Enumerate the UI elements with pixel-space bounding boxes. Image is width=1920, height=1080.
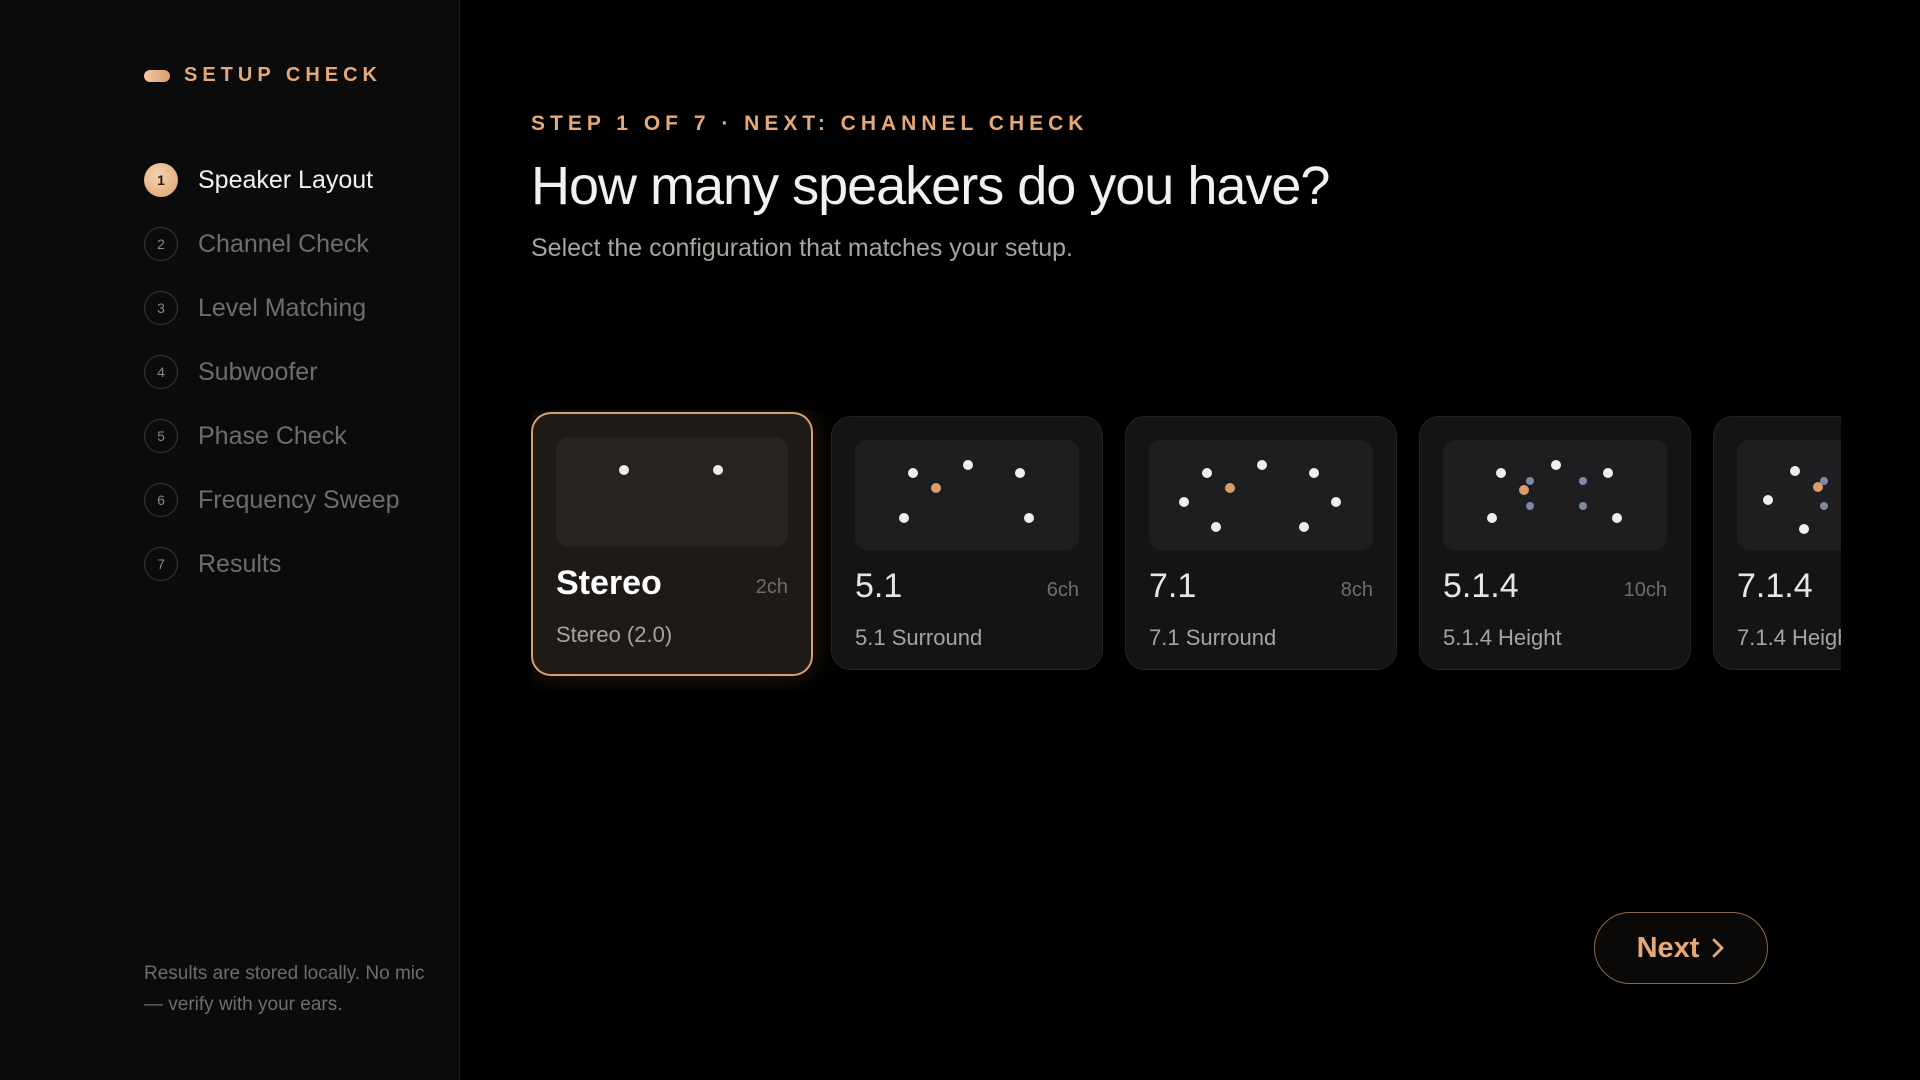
speaker-dot <box>908 468 918 478</box>
speaker-dot <box>1202 468 1212 478</box>
step-label: Level Matching <box>198 293 367 322</box>
subwoofer-dot <box>1519 485 1529 495</box>
subwoofer-dot <box>1225 483 1235 493</box>
pill-icon <box>144 69 170 82</box>
height-speaker-dot <box>1579 502 1587 510</box>
config-description: 5.1.4 Height <box>1443 625 1562 650</box>
speaker-dot <box>1496 468 1506 478</box>
step-label: Phase Check <box>198 421 347 450</box>
speaker-diagram <box>1737 440 1841 550</box>
speaker-dot <box>1790 466 1800 476</box>
step-subwoofer[interactable]: 4 Subwoofer <box>144 340 400 404</box>
config-card-5-1-4[interactable]: 5.1.4 10ch 5.1.4 Height <box>1419 416 1691 670</box>
privacy-note: Results are stored locally. No mic — ver… <box>144 963 425 1015</box>
speaker-dot <box>1257 460 1267 470</box>
step-frequency-sweep[interactable]: 6 Frequency Sweep <box>144 468 400 532</box>
step-label: Channel Check <box>198 229 369 258</box>
speaker-dot <box>1309 468 1319 478</box>
step-number: 7 <box>144 547 178 581</box>
config-name: 5.1 <box>855 567 903 605</box>
config-name: 5.1.4 <box>1443 567 1519 605</box>
speaker-dot <box>963 460 973 470</box>
step-speaker-layout[interactable]: 1 Speaker Layout <box>144 148 400 212</box>
speaker-dot <box>1763 495 1773 505</box>
height-speaker-dot <box>1526 502 1534 510</box>
speaker-dot <box>899 513 909 523</box>
config-name: 7.1.4 <box>1737 567 1813 605</box>
config-description: Stereo (2.0) <box>556 622 673 647</box>
speaker-dot <box>1024 513 1034 523</box>
step-label: Subwoofer <box>198 357 318 386</box>
speaker-dot <box>1299 522 1309 532</box>
brand: SETUP CHECK <box>144 64 382 87</box>
step-number: 3 <box>144 291 178 325</box>
brand-label: SETUP CHECK <box>184 64 382 86</box>
speaker-dot <box>1799 524 1809 534</box>
step-label: Results <box>198 549 282 578</box>
config-card-7-1[interactable]: 7.1 8ch 7.1 Surround <box>1125 416 1397 670</box>
speaker-diagram <box>855 440 1079 550</box>
height-speaker-dot <box>1526 477 1534 485</box>
step-number: 2 <box>144 227 178 261</box>
step-number: 4 <box>144 355 178 389</box>
config-channels: 2ch <box>755 576 788 598</box>
step-results[interactable]: 7 Results <box>144 532 400 596</box>
speaker-dot <box>619 465 629 475</box>
config-channels: 6ch <box>1046 579 1079 601</box>
height-speaker-dot <box>1579 477 1587 485</box>
step-label: Frequency Sweep <box>198 485 400 514</box>
sidebar: SETUP CHECK 1 Speaker Layout 2 Channel C… <box>0 0 460 1080</box>
step-level-matching[interactable]: 3 Level Matching <box>144 276 400 340</box>
chevron-right-icon <box>1713 938 1724 958</box>
speaker-dot <box>1551 460 1561 470</box>
config-description: 7.1.4 Height <box>1737 625 1841 650</box>
step-eyebrow: STEP 1 OF 7 · NEXT: CHANNEL CHECK <box>531 112 1089 135</box>
step-channel-check[interactable]: 2 Channel Check <box>144 212 400 276</box>
height-speaker-dot <box>1820 502 1828 510</box>
config-card-list: Stereo 2ch Stereo (2.0) 5.1 6ch 5.1 Surr… <box>531 410 1841 690</box>
speaker-dot <box>1603 468 1613 478</box>
speaker-dot <box>713 465 723 475</box>
speaker-dot <box>1612 513 1622 523</box>
config-channels: 10ch <box>1623 579 1667 601</box>
speaker-diagram <box>556 437 788 547</box>
config-description: 7.1 Surround <box>1149 625 1277 650</box>
next-button[interactable]: Next <box>1594 912 1768 984</box>
config-card-7-1-4[interactable]: 7.1.4 7.1.4 Height <box>1713 416 1841 670</box>
step-label: Speaker Layout <box>198 165 374 194</box>
height-speaker-dot <box>1820 477 1828 485</box>
config-channels: 8ch <box>1340 579 1373 601</box>
next-button-label: Next <box>1636 931 1700 964</box>
subwoofer-dot <box>931 483 941 493</box>
step-number: 5 <box>144 419 178 453</box>
step-phase-check[interactable]: 5 Phase Check <box>144 404 400 468</box>
config-card-5-1[interactable]: 5.1 6ch 5.1 Surround <box>831 416 1103 670</box>
speaker-dot <box>1331 497 1341 507</box>
speaker-diagram <box>1443 440 1667 550</box>
page-subtitle: Select the configuration that matches yo… <box>531 234 1073 262</box>
config-name: Stereo <box>556 564 662 602</box>
speaker-diagram <box>1149 440 1373 550</box>
speaker-dot <box>1487 513 1497 523</box>
speaker-dot <box>1179 497 1189 507</box>
step-list: 1 Speaker Layout 2 Channel Check 3 Level… <box>144 148 400 596</box>
step-number: 1 <box>144 163 178 197</box>
speaker-dot <box>1211 522 1221 532</box>
step-number: 6 <box>144 483 178 517</box>
page-title: How many speakers do you have? <box>531 156 1330 216</box>
config-card-stereo[interactable]: Stereo 2ch Stereo (2.0) <box>531 412 813 676</box>
config-description: 5.1 Surround <box>855 625 983 650</box>
speaker-dot <box>1015 468 1025 478</box>
config-name: 7.1 <box>1149 567 1197 605</box>
